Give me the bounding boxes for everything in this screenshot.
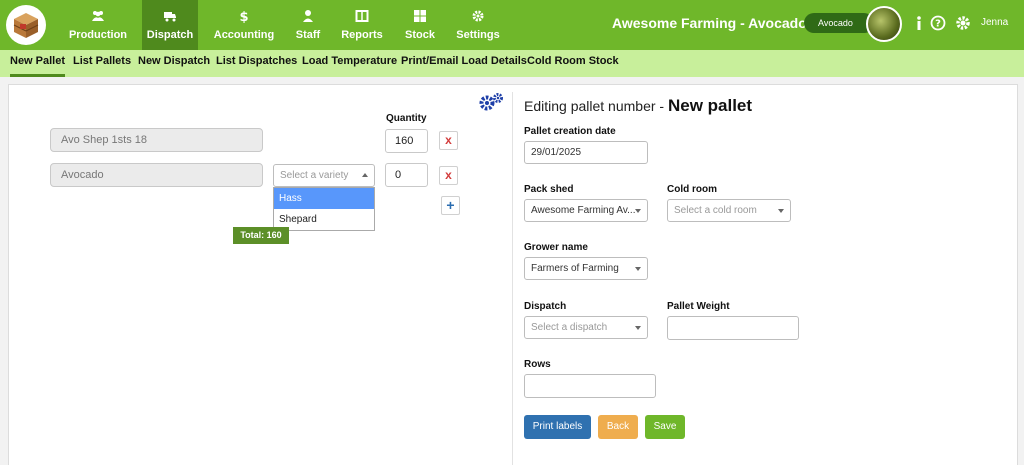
grower-name-label: Grower name bbox=[524, 242, 588, 253]
product-field-1: Avo Shep 1sts 18 bbox=[50, 128, 263, 152]
users-icon bbox=[92, 11, 104, 21]
grid-icon bbox=[414, 10, 426, 22]
add-row-button[interactable]: + bbox=[441, 196, 460, 215]
person-icon bbox=[303, 10, 313, 22]
form-title-prefix: Editing pallet number - bbox=[524, 98, 668, 114]
nav-settings-label: Settings bbox=[456, 29, 500, 41]
settings-gear-icon[interactable] bbox=[955, 15, 971, 31]
svg-text:$: $ bbox=[239, 10, 248, 23]
panel-divider bbox=[512, 92, 513, 465]
variety-select-placeholder: Select a variety bbox=[280, 170, 349, 181]
report-icon bbox=[355, 10, 369, 22]
print-labels-button[interactable]: Print labels bbox=[524, 415, 591, 439]
subnav-cold-room-stock[interactable]: Cold Room Stock bbox=[527, 50, 619, 77]
product-field-2: Avocado bbox=[50, 163, 263, 187]
rows-label: Rows bbox=[524, 359, 551, 370]
top-nav-bar: Production Dispatch $ Accounting Staff R… bbox=[0, 0, 1024, 50]
chevron-down-icon bbox=[635, 326, 641, 330]
svg-text:?: ? bbox=[935, 19, 941, 30]
close-icon: x bbox=[445, 133, 452, 147]
rows-input[interactable] bbox=[524, 374, 656, 398]
total-badge: Total: 160 bbox=[233, 227, 289, 244]
cold-room-placeholder: Select a cold room bbox=[674, 205, 757, 216]
subnav-list-pallets[interactable]: List Pallets bbox=[73, 50, 131, 77]
subnav-print-email-load[interactable]: Print/Email Load Details bbox=[401, 50, 527, 77]
nav-stock-label: Stock bbox=[405, 29, 435, 41]
pallet-weight-label: Pallet Weight bbox=[667, 301, 730, 312]
gear-icon bbox=[472, 10, 484, 22]
crop-avatar[interactable] bbox=[866, 6, 902, 42]
chevron-down-icon bbox=[635, 267, 641, 271]
variety-option-hass[interactable]: Hass bbox=[274, 188, 374, 209]
grower-name-select[interactable]: Farmers of Farming bbox=[524, 257, 648, 280]
cold-room-label: Cold room bbox=[667, 184, 717, 195]
crate-logo-icon bbox=[13, 13, 39, 38]
help-icon[interactable]: ? bbox=[930, 15, 946, 31]
pack-shed-value: Awesome Farming Av... bbox=[531, 205, 636, 216]
nav-accounting[interactable]: $ Accounting bbox=[210, 0, 278, 50]
form-title: Editing pallet number - New pallet bbox=[524, 96, 752, 116]
nav-settings[interactable]: Settings bbox=[452, 0, 504, 50]
nav-reports[interactable]: Reports bbox=[336, 0, 388, 50]
chevron-down-icon bbox=[635, 209, 641, 213]
subnav-load-temperature[interactable]: Load Temperature bbox=[302, 50, 397, 77]
variety-select[interactable]: Select a variety bbox=[273, 164, 375, 187]
cold-room-select[interactable]: Select a cold room bbox=[667, 199, 791, 222]
plus-icon: + bbox=[446, 197, 455, 213]
brand-title: Awesome Farming - Avocados bbox=[612, 15, 815, 31]
nav-staff-label: Staff bbox=[295, 29, 321, 41]
grower-name-value: Farmers of Farming bbox=[531, 263, 619, 274]
sub-nav-bar: New Pallet List Pallets New Dispatch Lis… bbox=[0, 50, 1024, 77]
remove-row-2-button[interactable]: x bbox=[439, 166, 458, 185]
nav-stock[interactable]: Stock bbox=[398, 0, 442, 50]
subnav-list-dispatches[interactable]: List Dispatches bbox=[216, 50, 297, 77]
app-logo[interactable] bbox=[6, 5, 46, 45]
dispatch-select[interactable]: Select a dispatch bbox=[524, 316, 648, 339]
pallet-creation-date-label: Pallet creation date bbox=[524, 126, 616, 137]
pack-shed-label: Pack shed bbox=[524, 184, 574, 195]
dispatch-placeholder: Select a dispatch bbox=[531, 322, 608, 333]
nav-dispatch[interactable]: Dispatch bbox=[142, 0, 198, 50]
nav-reports-label: Reports bbox=[341, 29, 383, 41]
caret-up-icon bbox=[362, 173, 368, 177]
variety-option-shepard[interactable]: Shepard bbox=[274, 209, 374, 230]
dollar-icon: $ bbox=[239, 10, 248, 23]
form-title-value: New pallet bbox=[667, 96, 753, 115]
back-button[interactable]: Back bbox=[598, 415, 638, 439]
subnav-new-pallet[interactable]: New Pallet bbox=[10, 50, 66, 77]
pack-shed-select[interactable]: Awesome Farming Av... bbox=[524, 199, 648, 222]
nav-dispatch-label: Dispatch bbox=[146, 29, 194, 41]
remove-row-1-button[interactable]: x bbox=[439, 131, 458, 150]
save-button[interactable]: Save bbox=[645, 415, 685, 439]
info-icon[interactable] bbox=[911, 15, 927, 31]
nav-production-label: Production bbox=[68, 29, 128, 41]
nav-accounting-label: Accounting bbox=[213, 29, 275, 41]
truck-icon bbox=[164, 12, 176, 22]
quantity-input-2[interactable]: 0 bbox=[385, 163, 428, 187]
subnav-new-dispatch[interactable]: New Dispatch bbox=[138, 50, 210, 77]
variety-dropdown: Hass Shepard bbox=[273, 187, 375, 231]
nav-production[interactable]: Production bbox=[60, 0, 136, 50]
quantity-label: Quantity bbox=[386, 113, 427, 124]
pallet-creation-date-input[interactable]: 29/01/2025 bbox=[524, 141, 648, 164]
quantity-input-1[interactable]: 160 bbox=[385, 129, 428, 153]
pallet-weight-input[interactable] bbox=[667, 316, 799, 340]
dispatch-label: Dispatch bbox=[524, 301, 567, 312]
nav-staff[interactable]: Staff bbox=[288, 0, 328, 50]
gears-icon[interactable] bbox=[478, 92, 504, 112]
close-icon: x bbox=[445, 168, 452, 182]
chevron-down-icon bbox=[778, 209, 784, 213]
crop-selector[interactable]: Avocado bbox=[804, 13, 874, 33]
user-name[interactable]: Jenna bbox=[981, 17, 1008, 28]
